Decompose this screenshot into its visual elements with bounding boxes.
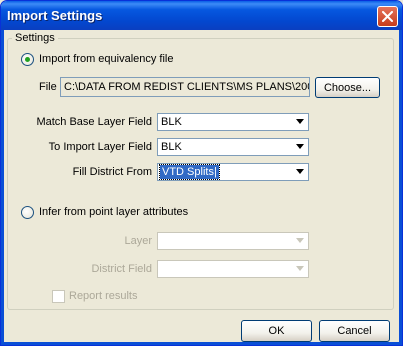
window-frame-left xyxy=(1,30,4,345)
window-frame-bottom xyxy=(1,342,402,345)
layer-select[interactable] xyxy=(157,232,309,250)
radio-selected-dot xyxy=(25,57,30,62)
settings-group-label: Settings xyxy=(12,32,58,44)
file-label: File xyxy=(39,81,57,93)
match-base-layer-field-value: BLK xyxy=(161,116,182,128)
fill-district-from-label: Fill District From xyxy=(72,166,152,178)
choose-button-label: Choose... xyxy=(323,82,372,94)
dropdown-button[interactable] xyxy=(293,234,307,248)
point-layer-radio-label[interactable]: Infer from point layer attributes xyxy=(39,206,188,218)
to-import-layer-field-label: To Import Layer Field xyxy=(48,141,152,153)
title-bar[interactable]: Import Settings xyxy=(1,1,402,30)
ok-button[interactable]: OK xyxy=(241,320,312,342)
ok-button-label: OK xyxy=(268,325,285,337)
dropdown-button[interactable] xyxy=(293,140,307,154)
match-base-layer-field-label: Match Base Layer Field xyxy=(36,116,152,128)
cancel-button[interactable]: Cancel xyxy=(319,320,390,342)
report-results-checkbox[interactable] xyxy=(52,290,65,303)
chevron-down-icon xyxy=(296,266,304,271)
report-results-label: Report results xyxy=(69,290,138,302)
file-path-field: C:\DATA FROM REDIST CLIENTS\MS PLANS\200… xyxy=(60,77,310,97)
fill-district-from-value: VTD Splits| xyxy=(159,164,220,180)
layer-label: Layer xyxy=(124,235,152,247)
cancel-button-label: Cancel xyxy=(337,325,372,337)
point-layer-radio[interactable] xyxy=(21,206,34,219)
equivalency-radio-label[interactable]: Import from equivalency file xyxy=(39,53,174,65)
to-import-layer-field-value: BLK xyxy=(161,141,182,153)
equivalency-radio[interactable] xyxy=(21,53,34,66)
close-icon xyxy=(382,11,393,22)
to-import-layer-field-select[interactable]: BLK xyxy=(157,138,309,156)
chevron-down-icon xyxy=(296,169,304,174)
fill-district-from-select[interactable]: VTD Splits| xyxy=(157,163,309,181)
chevron-down-icon xyxy=(296,144,304,149)
district-field-select[interactable] xyxy=(157,260,309,278)
window-frame-right xyxy=(399,30,402,345)
dropdown-button[interactable] xyxy=(293,165,307,179)
chevron-down-icon xyxy=(296,119,304,124)
district-field-label: District Field xyxy=(91,263,152,275)
chevron-down-icon xyxy=(296,238,304,243)
choose-button[interactable]: Choose... xyxy=(315,77,380,98)
close-button[interactable] xyxy=(377,6,398,27)
window-title: Import Settings xyxy=(7,8,103,23)
dropdown-button[interactable] xyxy=(293,262,307,276)
file-path-value: C:\DATA FROM REDIST CLIENTS\MS PLANS\200… xyxy=(64,81,310,93)
match-base-layer-field-select[interactable]: BLK xyxy=(157,113,309,131)
dropdown-button[interactable] xyxy=(293,115,307,129)
